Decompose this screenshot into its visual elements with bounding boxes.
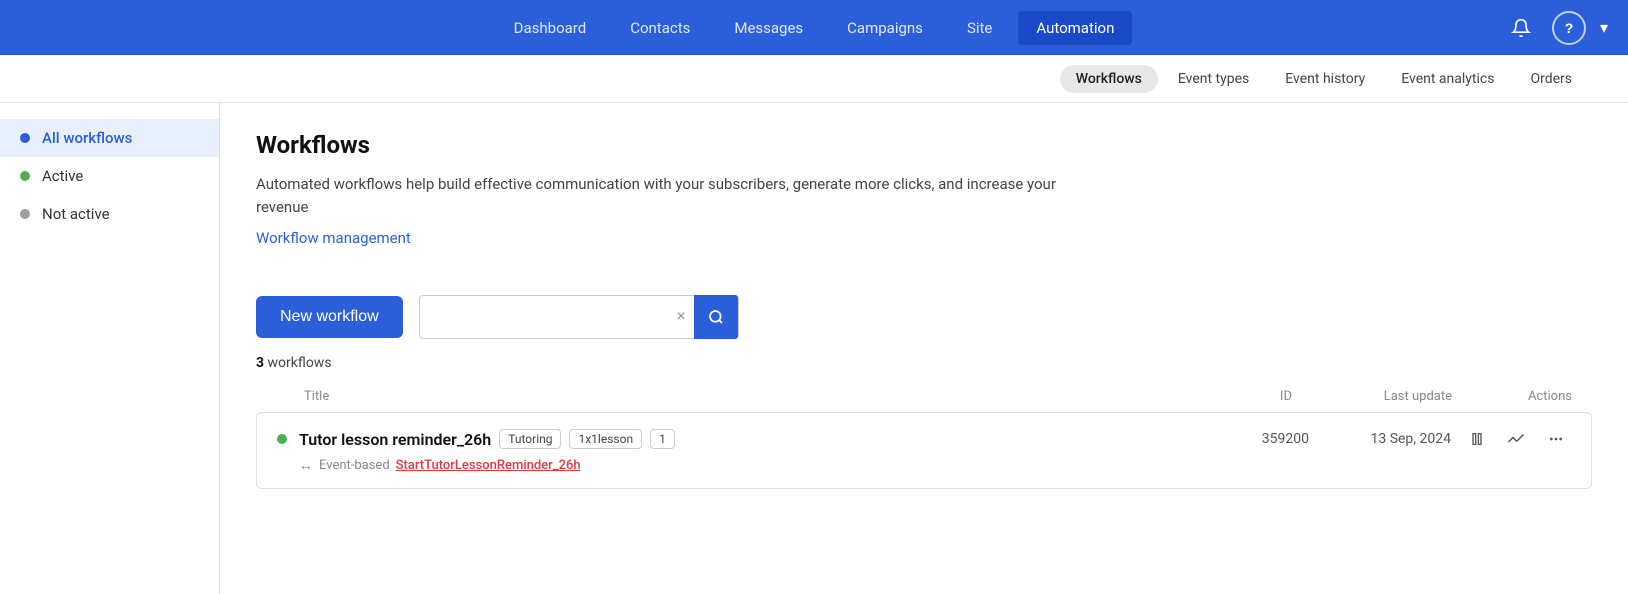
nav-links: Dashboard Contacts Messages Campaigns Si… bbox=[20, 11, 1608, 45]
main-content: Workflows Automated workflows help build… bbox=[220, 103, 1628, 594]
workflow-tag-1x1lesson[interactable]: 1x1lesson bbox=[569, 429, 642, 449]
search-input[interactable] bbox=[420, 301, 669, 333]
toolbar: New workflow × bbox=[256, 295, 1592, 339]
dot-green-icon bbox=[20, 171, 30, 181]
workflow-row-bottom: ↔ Event-based StartTutorLessonReminder_2… bbox=[277, 457, 1571, 474]
nav-dashboard[interactable]: Dashboard bbox=[496, 11, 605, 45]
nav-automation[interactable]: Automation bbox=[1018, 11, 1132, 45]
col-actions: Actions bbox=[1452, 389, 1572, 404]
workflow-row-top: Tutor lesson reminder_26h Tutoring 1x1le… bbox=[277, 427, 1571, 451]
table-header: Title ID Last update Actions bbox=[256, 385, 1592, 408]
sidebar-item-active[interactable]: Active bbox=[0, 157, 219, 195]
col-last-update: Last update bbox=[1292, 389, 1452, 404]
search-container: × bbox=[419, 295, 739, 339]
workflow-status-dot bbox=[277, 434, 287, 444]
subnav-event-history[interactable]: Event history bbox=[1269, 65, 1381, 93]
more-options-button[interactable] bbox=[1541, 427, 1571, 451]
sidebar-label-active: Active bbox=[42, 167, 83, 185]
description-text: Automated workflows help build effective… bbox=[256, 173, 1056, 218]
sub-nav: Workflows Event types Event history Even… bbox=[0, 55, 1628, 103]
subnav-orders[interactable]: Orders bbox=[1514, 65, 1588, 93]
workflow-tag-number[interactable]: 1 bbox=[650, 429, 675, 449]
bell-icon[interactable] bbox=[1504, 11, 1538, 45]
event-type-label: Event-based bbox=[319, 458, 390, 473]
workflow-title-text: Tutor lesson reminder_26h bbox=[299, 430, 491, 449]
event-name-link[interactable]: StartTutorLessonReminder_26h bbox=[396, 458, 581, 473]
search-submit-button[interactable] bbox=[694, 295, 738, 339]
help-icon[interactable]: ? bbox=[1552, 11, 1586, 45]
sidebar-item-not-active[interactable]: Not active bbox=[0, 195, 219, 233]
workflow-date: 13 Sep, 2024 bbox=[1321, 431, 1451, 447]
page-title: Workflows bbox=[256, 131, 1592, 159]
main-layout: All workflows Active Not active Workflow… bbox=[0, 103, 1628, 594]
trend-button[interactable] bbox=[1501, 427, 1531, 451]
workflow-count-number: 3 bbox=[256, 355, 264, 371]
nav-contacts[interactable]: Contacts bbox=[612, 11, 708, 45]
sidebar-label-not-active: Not active bbox=[42, 205, 110, 223]
sidebar-label-all: All workflows bbox=[42, 129, 132, 147]
nav-campaigns[interactable]: Campaigns bbox=[829, 11, 941, 45]
workflow-actions bbox=[1463, 427, 1571, 451]
nav-messages[interactable]: Messages bbox=[716, 11, 821, 45]
top-nav: Dashboard Contacts Messages Campaigns Si… bbox=[0, 0, 1628, 55]
col-title: Title bbox=[304, 389, 1172, 404]
subnav-event-analytics[interactable]: Event analytics bbox=[1385, 65, 1510, 93]
workflow-management-link[interactable]: Workflow management bbox=[256, 229, 411, 247]
nav-icons: ? ▾ bbox=[1504, 11, 1608, 45]
dot-gray-icon bbox=[20, 209, 30, 219]
subnav-event-types[interactable]: Event types bbox=[1162, 65, 1265, 93]
chevron-down-icon[interactable]: ▾ bbox=[1600, 18, 1608, 37]
new-workflow-button[interactable]: New workflow bbox=[256, 296, 403, 338]
pause-button[interactable] bbox=[1463, 427, 1491, 451]
search-clear-button[interactable]: × bbox=[668, 308, 693, 326]
dot-blue-icon bbox=[20, 133, 30, 143]
sidebar-item-all-workflows[interactable]: All workflows bbox=[0, 119, 219, 157]
subnav-workflows[interactable]: Workflows bbox=[1060, 65, 1158, 93]
event-arrow-icon: ↔ bbox=[299, 457, 313, 474]
workflow-id: 359200 bbox=[1229, 431, 1309, 447]
workflow-title-area: Tutor lesson reminder_26h Tutoring 1x1le… bbox=[299, 429, 1217, 449]
workflow-count: 3 workflows bbox=[256, 355, 1592, 371]
workflow-count-label: workflows bbox=[268, 355, 332, 371]
nav-site[interactable]: Site bbox=[949, 11, 1010, 45]
col-id: ID bbox=[1172, 389, 1292, 404]
workflow-tag-tutoring[interactable]: Tutoring bbox=[499, 429, 561, 449]
workflow-row: Tutor lesson reminder_26h Tutoring 1x1le… bbox=[256, 412, 1592, 489]
sidebar: All workflows Active Not active bbox=[0, 103, 220, 594]
